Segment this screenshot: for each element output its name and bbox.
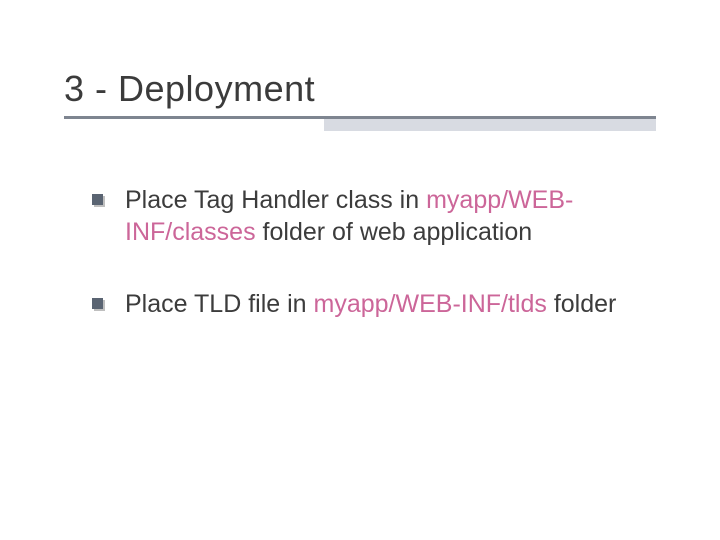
bullet-text: Place Tag Handler class in myapp/WEB-INF…: [125, 184, 646, 248]
bullet-text-post: folder of web application: [256, 218, 533, 246]
slide: 3 - Deployment Place Tag Handler class i…: [0, 0, 720, 540]
bullet-item: Place TLD file in myapp/WEB-INF/tlds fol…: [92, 288, 646, 320]
square-bullet-icon: [92, 298, 103, 309]
square-bullet-icon: [92, 194, 103, 205]
bullet-text-pre: Place TLD file in: [125, 290, 314, 318]
title-rule: [64, 116, 656, 140]
path-text: myapp/WEB-INF/tlds: [314, 290, 547, 318]
bullet-text-post: folder: [547, 290, 616, 318]
slide-title: 3 - Deployment: [64, 68, 656, 110]
bullet-item: Place Tag Handler class in myapp/WEB-INF…: [92, 184, 646, 248]
slide-body: Place Tag Handler class in myapp/WEB-INF…: [64, 184, 656, 320]
bullet-text: Place TLD file in myapp/WEB-INF/tlds fol…: [125, 288, 616, 320]
bullet-text-pre: Place Tag Handler class in: [125, 186, 426, 214]
